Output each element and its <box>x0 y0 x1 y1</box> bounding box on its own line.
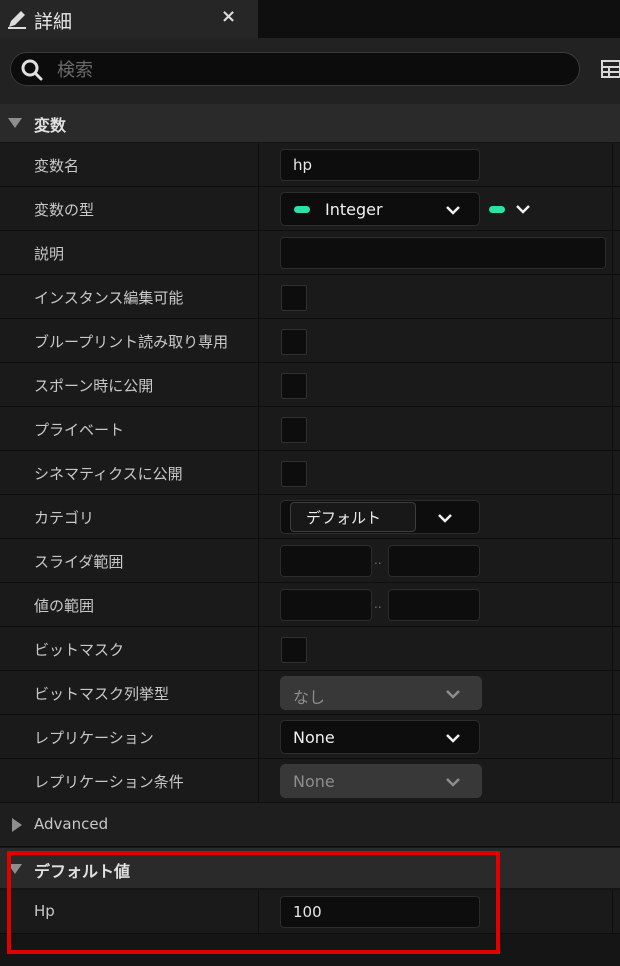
value-min-input[interactable] <box>280 589 372 621</box>
chevron-down-icon[interactable] <box>515 204 531 214</box>
container-type-pin-icon[interactable] <box>489 206 505 213</box>
tab-details[interactable]: 詳細 × <box>0 0 258 38</box>
row-label: 変数の型 <box>34 201 95 219</box>
category-value: デフォルト <box>306 509 382 527</box>
value-max-input[interactable] <box>388 589 480 621</box>
category-input[interactable]: デフォルト <box>290 502 416 532</box>
row-expose-on-spawn: スポーン時に公開 <box>0 363 620 407</box>
variable-type-dropdown[interactable]: Integer <box>280 192 480 226</box>
highlight-box <box>7 851 500 954</box>
section-variables[interactable]: 変数 <box>0 104 620 142</box>
search-box[interactable] <box>10 52 580 86</box>
variable-name-input[interactable]: hp <box>280 149 480 181</box>
row-bitmask: ビットマスク <box>0 627 620 671</box>
row-instance-editable: インスタンス編集可能 <box>0 275 620 319</box>
row-label: スポーン時に公開 <box>34 377 154 395</box>
chevron-down-icon <box>438 514 452 523</box>
row-label: ビットマスク列挙型 <box>34 685 170 703</box>
expose-on-spawn-checkbox[interactable] <box>281 373 307 399</box>
search-input[interactable] <box>55 57 559 83</box>
row-label: スライダ範囲 <box>34 553 124 571</box>
replication-condition-value: None <box>293 772 335 791</box>
chevron-down-icon <box>446 734 460 743</box>
row-label: プライベート <box>34 421 125 439</box>
row-label: シネマティクスに公開 <box>34 465 183 483</box>
slider-max-input[interactable] <box>388 545 480 577</box>
row-expose-cinematics: シネマティクスに公開 <box>0 451 620 495</box>
advanced-expander[interactable]: Advanced <box>0 803 620 847</box>
search-icon <box>21 59 43 81</box>
row-label: ビットマスク <box>34 641 125 659</box>
tab-bar: 詳細 × <box>0 0 620 38</box>
chevron-down-icon <box>446 206 460 215</box>
expose-cinematics-checkbox[interactable] <box>281 461 307 487</box>
row-value-range: 値の範囲 .. <box>0 583 620 627</box>
description-input[interactable] <box>280 237 606 269</box>
row-label: 値の範囲 <box>34 597 95 615</box>
chevron-down-icon <box>446 690 460 699</box>
row-private: プライベート <box>0 407 620 451</box>
bitmask-checkbox[interactable] <box>281 637 307 663</box>
tab-title: 詳細 <box>34 11 73 33</box>
variable-type-value: Integer <box>325 200 383 219</box>
row-label: カテゴリ <box>34 509 95 527</box>
range-separator: .. <box>374 553 382 567</box>
row-label: 説明 <box>34 245 65 263</box>
blueprint-readonly-checkbox[interactable] <box>281 329 307 355</box>
pencil-icon <box>8 11 26 29</box>
replication-dropdown[interactable]: None <box>280 720 480 754</box>
row-label: レプリケーション条件 <box>34 773 184 791</box>
close-icon[interactable]: × <box>221 6 236 27</box>
row-slider-range: スライダ範囲 .. <box>0 539 620 583</box>
chevron-down-icon <box>446 778 460 787</box>
slider-min-input[interactable] <box>280 545 372 577</box>
replication-condition-dropdown[interactable]: None <box>280 764 482 798</box>
row-bitmask-enum: ビットマスク列挙型 なし <box>0 671 620 715</box>
instance-editable-checkbox[interactable] <box>281 285 307 311</box>
row-replication: レプリケーション None <box>0 715 620 759</box>
private-checkbox[interactable] <box>281 417 307 443</box>
bitmask-enum-dropdown[interactable]: なし <box>280 676 482 710</box>
range-separator: .. <box>374 597 382 611</box>
replication-value: None <box>293 728 335 747</box>
row-variable-name: 変数名 hp <box>0 143 620 187</box>
advanced-label: Advanced <box>34 815 109 833</box>
row-variable-type: 変数の型 Integer <box>0 187 620 231</box>
bitmask-enum-value: なし <box>293 688 326 707</box>
row-label: レプリケーション <box>34 729 154 747</box>
row-label: インスタンス編集可能 <box>34 289 184 307</box>
row-blueprint-readonly: ブループリント読み取り専用 <box>0 319 620 363</box>
type-pin-icon <box>294 206 310 213</box>
section-label: 変数 <box>34 116 67 135</box>
expand-arrow-icon <box>12 818 22 832</box>
row-label: ブループリント読み取り専用 <box>34 333 229 351</box>
row-label: 変数名 <box>34 157 80 175</box>
row-replication-condition: レプリケーション条件 None <box>0 759 620 803</box>
collapse-arrow-icon <box>8 118 22 128</box>
row-description: 説明 <box>0 231 620 275</box>
table-view-icon[interactable] <box>600 58 620 80</box>
